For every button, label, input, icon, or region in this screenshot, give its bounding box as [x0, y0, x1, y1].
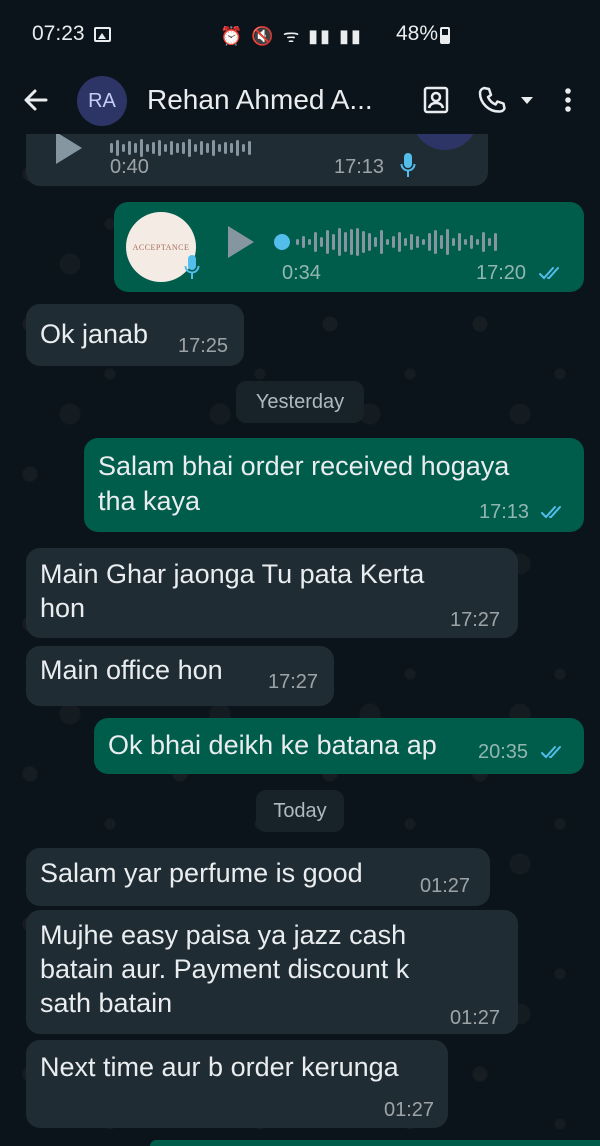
message-text: Ok bhai deikh ke batana ap	[108, 730, 437, 760]
voice-duration: 0:40	[110, 156, 149, 178]
message-time: 17:13	[334, 156, 385, 178]
message-text: Next time aur b order kerunga	[40, 1052, 399, 1082]
chevron-down-icon[interactable]	[515, 84, 539, 116]
message-text: Main office hon	[40, 655, 223, 685]
chat-header: RA Rehan Ahmed A...	[0, 70, 600, 134]
message-outgoing-partial	[150, 1140, 600, 1146]
message-text-line: Mujhe easy paisa ya jazz cash	[40, 920, 407, 950]
message-incoming[interactable]: Main office hon 17:27	[26, 646, 334, 706]
read-receipt-icon	[539, 267, 559, 280]
message-outgoing[interactable]: Salam bhai order received hogaya tha kay…	[84, 438, 584, 532]
message-text-line: tha kaya	[98, 486, 201, 516]
sender-avatar: RA	[412, 134, 478, 150]
message-text-line: Salam bhai order received hogaya	[98, 451, 510, 481]
read-receipt-icon	[541, 506, 561, 519]
mic-icon	[400, 153, 416, 177]
thumbnail-logo-text: ACCEPTANCE	[132, 242, 190, 252]
avatar[interactable]: RA	[77, 76, 127, 126]
message-time: 01:27	[450, 1007, 501, 1029]
message-text-line: sath batain	[40, 988, 173, 1018]
date-divider-yesterday: Yesterday	[236, 381, 364, 423]
message-time: 17:27	[450, 609, 501, 631]
message-incoming[interactable]: Ok janab 17:25	[26, 304, 244, 366]
back-arrow-icon[interactable]	[20, 84, 52, 116]
phone-icon[interactable]	[476, 84, 508, 116]
message-time: 01:27	[384, 1099, 435, 1121]
message-time: 17:20	[476, 262, 527, 284]
status-icons: ⏰ 🔇 ᯤ ▮▮ ▮▮	[220, 26, 363, 46]
contact-card-icon[interactable]	[420, 84, 452, 116]
message-time: 17:13	[479, 501, 530, 523]
battery-percent: 48%	[396, 22, 439, 45]
battery-icon	[440, 27, 450, 44]
voice-duration: 0:34	[282, 262, 321, 284]
voice-message-outgoing[interactable]: ACCEPTANCE 0:34 17:20	[114, 202, 584, 292]
read-receipt-icon	[541, 746, 561, 759]
chat-area: 0:40 17:13 RA ACCEPTANCE 0:34 17:20 Ok j…	[0, 134, 600, 1146]
message-text: Ok janab	[40, 319, 149, 349]
message-time: 01:27	[420, 875, 471, 897]
message-time: 17:25	[178, 335, 229, 357]
date-divider-today: Today	[256, 790, 344, 832]
message-incoming[interactable]: Salam yar perfume is good 01:27	[26, 848, 490, 906]
message-time: 20:35	[478, 741, 529, 763]
play-icon[interactable]	[56, 134, 82, 164]
mic-icon	[184, 255, 200, 279]
message-incoming[interactable]: Mujhe easy paisa ya jazz cash batain aur…	[26, 910, 518, 1034]
gallery-notification-icon	[94, 27, 111, 42]
voice-waveform	[296, 224, 497, 260]
status-time: 07:23	[32, 22, 85, 45]
voice-message-incoming[interactable]: 0:40 17:13 RA	[26, 134, 488, 186]
more-options-icon[interactable]	[552, 84, 584, 116]
message-outgoing[interactable]: Ok bhai deikh ke batana ap 20:35	[94, 718, 584, 774]
message-incoming[interactable]: Next time aur b order kerunga 01:27	[26, 1040, 448, 1128]
message-text: Salam yar perfume is good	[40, 858, 363, 888]
play-icon[interactable]	[228, 226, 254, 258]
message-text-line: batain aur. Payment discount k	[40, 954, 410, 984]
message-text-line: hon	[40, 593, 86, 623]
playback-position-dot[interactable]	[274, 234, 290, 250]
message-text-line: Main Ghar jaonga Tu pata Kerta	[40, 559, 425, 589]
message-time: 17:27	[268, 671, 319, 693]
status-bar: 07:23 ⏰ 🔇 ᯤ ▮▮ ▮▮ 48%	[0, 0, 600, 70]
message-incoming[interactable]: Main Ghar jaonga Tu pata Kerta hon 17:27	[26, 548, 518, 638]
contact-name[interactable]: Rehan Ahmed A...	[147, 84, 373, 116]
